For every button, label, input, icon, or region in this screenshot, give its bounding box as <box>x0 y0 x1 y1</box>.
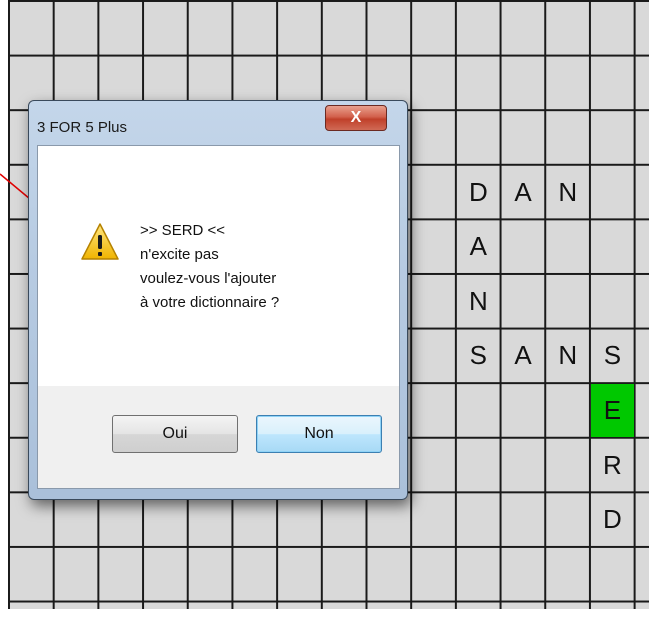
no-button[interactable]: Non <box>256 415 382 453</box>
board-cell-letter[interactable]: N <box>546 166 589 219</box>
board-cell-letter[interactable]: N <box>457 275 500 328</box>
yes-button[interactable]: Oui <box>112 415 238 453</box>
board-cell-letter[interactable]: A <box>502 166 545 219</box>
board-cell-letter[interactable]: S <box>591 330 634 383</box>
message-line-4: à votre dictionnaire ? <box>140 294 280 311</box>
message-line-3: voulez-vous l'ajouter <box>140 270 277 287</box>
board-cell-letter[interactable]: D <box>457 166 500 219</box>
board-cell-letter[interactable]: E <box>591 384 634 437</box>
message-line-1: >> SERD << <box>140 222 226 239</box>
message-area: >> SERD << n'excite pas voulez-vous l'aj… <box>38 146 399 386</box>
dialog-content: >> SERD << n'excite pas voulez-vous l'aj… <box>37 145 400 489</box>
board-cell-letter[interactable]: S <box>457 330 500 383</box>
warning-icon <box>81 223 119 260</box>
dialog-title: 3 FOR 5 Plus <box>37 119 128 136</box>
board-cell-letter[interactable]: A <box>457 220 500 273</box>
message-line-2: n'excite pas <box>140 246 219 263</box>
board-cell-letter[interactable]: R <box>591 439 634 492</box>
board-cell-letter[interactable]: D <box>591 493 634 546</box>
board-cell-letter[interactable]: N <box>546 330 589 383</box>
board-cell-letter[interactable]: A <box>502 330 545 383</box>
close-button[interactable]: X <box>325 105 387 131</box>
message-dialog: 3 FOR 5 Plus X >> SERD << n'excite pas v… <box>28 100 408 500</box>
